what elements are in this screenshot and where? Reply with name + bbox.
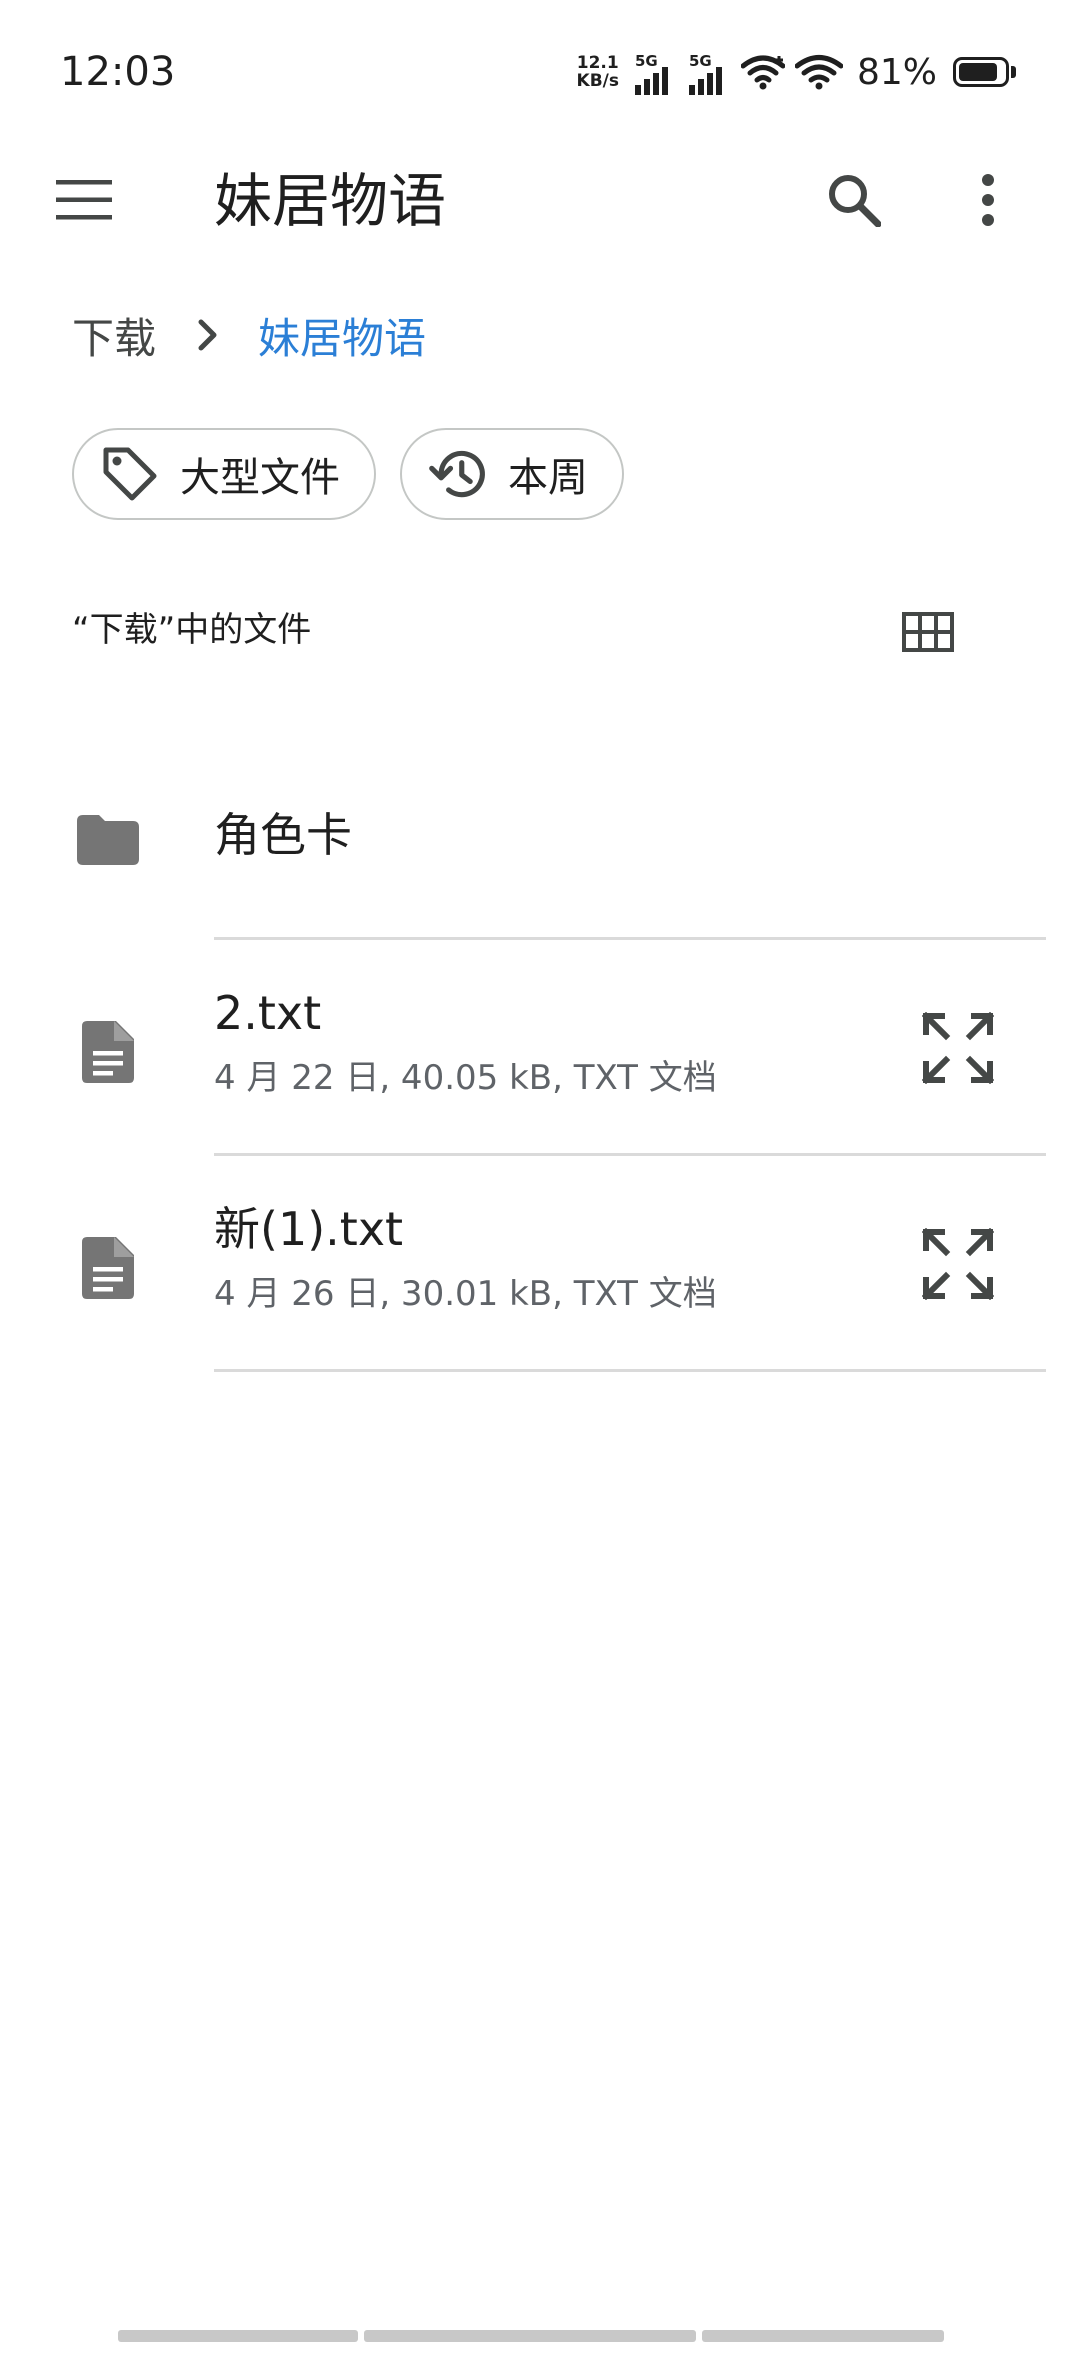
- cell-signal-icon: [688, 67, 722, 95]
- folder-icon: [60, 792, 156, 888]
- breadcrumb: 下载 妹居物语: [72, 300, 426, 370]
- gesture-nav-bar[interactable]: [118, 2330, 950, 2342]
- hamburger-menu-icon: [56, 180, 112, 220]
- network-speed-value: 12.1: [576, 53, 619, 73]
- wifi-icon: [794, 55, 843, 90]
- status-indicators: 12.1 KB/s 5G 5G 81%: [577, 44, 1016, 100]
- nav-segment: [702, 2330, 944, 2342]
- battery-tip: [1011, 66, 1016, 78]
- item-name: 2.txt: [214, 986, 322, 1040]
- section-title: “下载”中的文件: [72, 610, 312, 650]
- list-item-file[interactable]: 2.txt 4 月 22 日, 40.05 kB, TXT 文档: [0, 940, 1080, 1156]
- app-bar: 妹居物语: [0, 140, 1080, 260]
- document-icon: [60, 1004, 156, 1100]
- wifi-hotspot-icon: [740, 55, 785, 90]
- document-icon: [60, 1220, 156, 1316]
- list-item-file[interactable]: 新(1).txt 4 月 26 日, 30.01 kB, TXT 文档: [0, 1156, 1080, 1372]
- chip-label: 大型文件: [180, 455, 340, 501]
- cell-signal-icon: [634, 67, 668, 95]
- item-meta: 4 月 22 日, 40.05 kB, TXT 文档: [214, 1058, 717, 1098]
- item-name: 新(1).txt: [214, 1202, 404, 1256]
- signal-2: 5G: [687, 49, 731, 95]
- file-list: 角色卡 2.txt 4 月 22 日, 40.05 kB, TXT 文档 新(1…: [0, 736, 1080, 1372]
- network-speed-unit: KB/s: [576, 71, 619, 91]
- divider: [214, 1369, 1046, 1372]
- preview-button[interactable]: [906, 996, 1010, 1100]
- status-time: 12:03: [60, 49, 176, 95]
- breadcrumb-current[interactable]: 妹居物语: [258, 305, 426, 366]
- battery-icon: [953, 57, 1009, 87]
- expand-icon: [922, 1012, 994, 1084]
- nav-segment: [118, 2330, 358, 2342]
- more-vertical-icon: [982, 174, 994, 226]
- chip-label: 本周: [508, 455, 588, 501]
- item-name: 角色卡: [214, 808, 352, 862]
- expand-icon: [922, 1228, 994, 1300]
- status-bar: 12:03 12.1 KB/s 5G 5G 81%: [0, 0, 1080, 140]
- signal-1: 5G: [633, 49, 677, 95]
- tag-icon: [100, 444, 160, 504]
- more-options-button[interactable]: [940, 152, 1036, 248]
- search-icon: [829, 175, 881, 227]
- page-title: 妹居物语: [214, 167, 447, 235]
- nav-segment: [364, 2330, 696, 2342]
- chip-this-week[interactable]: 本周: [400, 428, 624, 520]
- grid-view-icon: [902, 612, 954, 652]
- grid-view-toggle[interactable]: [880, 584, 976, 680]
- history-icon: [428, 444, 488, 504]
- search-button[interactable]: [806, 152, 902, 248]
- chevron-right-icon: [198, 319, 218, 351]
- network-speed: 12.1 KB/s: [577, 54, 619, 90]
- list-item-folder[interactable]: 角色卡: [0, 736, 1080, 940]
- chip-large-files[interactable]: 大型文件: [72, 428, 376, 520]
- filter-chips: 大型文件 本周: [72, 428, 624, 520]
- menu-button[interactable]: [36, 152, 132, 248]
- battery-percent: 81%: [856, 51, 937, 93]
- breadcrumb-root[interactable]: 下载: [72, 305, 156, 366]
- battery-fill: [959, 63, 997, 81]
- preview-button[interactable]: [906, 1212, 1010, 1316]
- item-meta: 4 月 26 日, 30.01 kB, TXT 文档: [214, 1274, 717, 1314]
